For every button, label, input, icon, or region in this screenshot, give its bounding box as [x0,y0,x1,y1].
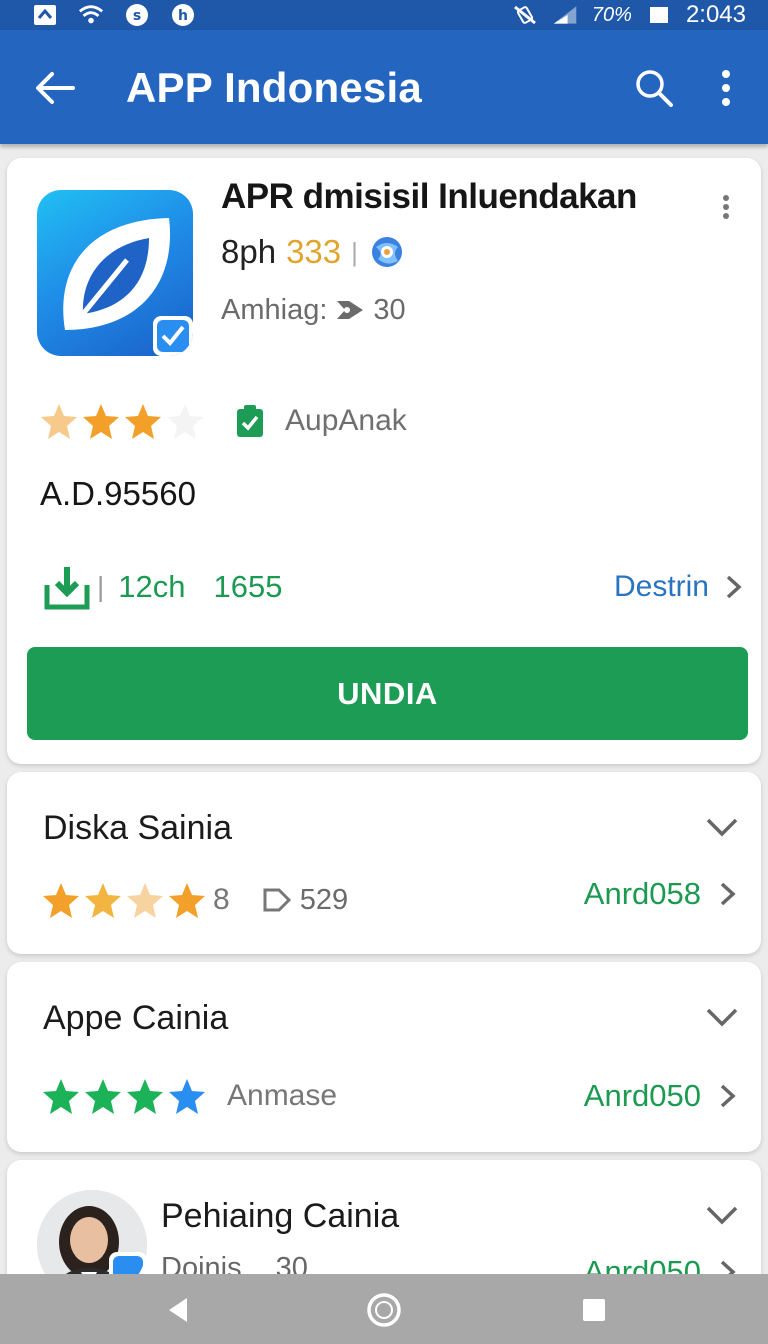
meta-label: Amhiag: [221,294,328,326]
wifi-icon [78,4,104,26]
nav-back-button[interactable] [156,1288,200,1332]
back-button[interactable] [30,66,80,110]
divider: | [351,237,358,267]
verified-clipboard-icon [237,405,263,437]
subtitle-label: 8ph [221,233,277,270]
star-icon [85,883,121,918]
back-arrow-icon [36,72,75,104]
star-icon [127,1079,163,1114]
star-icon [43,1079,79,1114]
star-empty-icon [167,404,203,439]
notification-icon [32,4,58,26]
app-logo-icon [37,190,193,356]
install-button[interactable]: UNDIA [27,647,748,740]
star-icon [83,404,119,439]
nav-recents-button[interactable] [572,1288,616,1332]
app-bar: APP Indonesia [0,30,768,144]
chevron-down-icon[interactable] [705,814,739,840]
battery-percent: 70% [591,3,632,26]
star-icon [169,883,205,918]
vibrate-icon [512,4,538,26]
search-icon [636,70,673,107]
tag-icon [263,888,291,912]
star-icon [41,404,77,439]
more-vert-icon [723,195,729,219]
app-meta: Amhiag: 30 [221,292,406,328]
list-item-link[interactable]: Anrd050 [584,1078,737,1114]
chevron-right-icon [720,882,736,906]
more-vert-icon [722,70,730,106]
app-notification-icon: h [170,4,196,26]
status-bar: s h 70% 2:043 [0,0,768,30]
details-link-label: Destrin [613,570,709,603]
star-rating [41,880,207,920]
subtitle-number: 333 [286,233,342,270]
home-circle-icon [367,1293,401,1327]
star-rating [39,402,205,440]
list-item-rating: 8 529 [41,880,348,920]
list-item[interactable]: Appe Cainia Anmase Anrd050 [7,962,761,1152]
battery-icon [646,4,672,26]
chevron-down-icon[interactable] [705,1004,739,1030]
star-icon [85,1079,121,1114]
version-text: A.D.95560 [40,475,196,512]
meta-value: 30 [373,294,406,326]
tag-icon [337,301,364,319]
list-item-title: Appe Cainia [43,999,229,1037]
page-title: APP Indonesia [126,64,422,111]
star-icon [169,1079,205,1114]
list-item-link-label: Anrd058 [583,876,701,911]
list-item-link[interactable]: Anrd058 [584,876,737,912]
list-item-extra: Anmase [227,1079,338,1112]
signal-icon [552,4,578,26]
nav-home-button[interactable] [362,1288,406,1332]
chevron-down-icon[interactable] [705,1202,739,1228]
app-title: APR dmisisil Inluendakan [221,177,637,216]
card-menu-button[interactable] [713,190,739,224]
list-item-title: Diska Sainia [43,809,232,847]
star-icon [125,404,161,439]
status-time: 2:043 [685,1,746,28]
back-triangle-icon [169,1298,187,1322]
app-detail-card: APR dmisisil Inluendakan 8ph 333 | Amhia… [7,158,761,764]
stat-value: 1655 [213,569,283,604]
svg-text:s: s [133,8,141,24]
download-icon [44,567,90,610]
chevron-right-icon [720,1084,736,1108]
star-icon [127,883,163,918]
rating-label: AupAnak [285,404,407,437]
overflow-menu-button[interactable] [708,62,744,114]
rating-row: AupAnak [39,402,407,440]
stats-row: | 12ch 1655 Destrin [43,562,743,612]
list-item-title: Pehiaing Cainia [161,1197,400,1235]
recents-square-icon [583,1299,605,1321]
sync-icon: s [124,4,150,26]
list-item-rating: Anmase [41,1076,337,1116]
details-link[interactable]: Destrin [614,562,743,612]
svg-text:h: h [178,8,188,24]
search-button[interactable] [628,62,680,114]
star-rating [41,1076,207,1116]
list-item[interactable]: Diska Sainia 8 529 Anrd058 [7,772,761,954]
star-icon [43,883,79,918]
chevron-right-icon [726,575,742,599]
system-nav-bar [0,1274,768,1344]
list-item-extra: 8 [213,883,230,916]
globe-icon [371,237,402,267]
app-subtitle: 8ph 333 | [221,232,404,272]
list-item-link-label: Anrd050 [583,1078,701,1113]
list-item-meta-value: 529 [299,883,349,916]
divider: | [97,571,105,602]
stat-value: 12ch [118,569,186,604]
list-item-meta: 529 [260,884,348,917]
